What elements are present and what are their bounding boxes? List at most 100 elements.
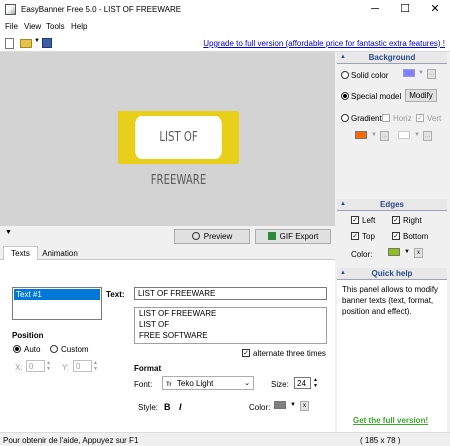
menu-view[interactable]: View [24, 22, 41, 31]
size-input[interactable]: 24 [294, 377, 311, 389]
x-spinner-icon[interactable]: ▲ ▼ [46, 360, 51, 372]
banner-preview: LIST OF FREEWARE [118, 111, 239, 188]
save-icon[interactable] [42, 38, 52, 48]
font-color-clear-button[interactable]: x [300, 401, 309, 411]
tab-animation[interactable]: Animation [38, 248, 82, 259]
color-label: Color: [249, 403, 271, 412]
alt-line[interactable]: LIST OF [135, 319, 326, 330]
horiz-checkbox[interactable] [382, 114, 390, 122]
gradient-label: Gradient [351, 114, 382, 123]
gradient-color2-swatch[interactable] [398, 131, 410, 139]
solid-color-more-button[interactable]: … [427, 69, 436, 79]
collapse-arrow-icon[interactable]: ▼ [5, 229, 12, 236]
preview-button[interactable]: Preview [174, 229, 250, 244]
auto-radio[interactable] [13, 345, 21, 353]
style-label: Style: [138, 403, 159, 412]
window-title: EasyBanner Free 5.0 - LIST OF FREEWARE [21, 5, 182, 14]
font-select[interactable]: Tr Teko Light ⌄ [162, 376, 254, 390]
gradient-color1-more-button[interactable]: … [380, 131, 389, 141]
font-color-dropdown-icon[interactable]: ▼ [290, 402, 296, 408]
open-dropdown-icon[interactable]: ▼ [34, 38, 40, 44]
gradient-color2-dropdown-icon[interactable]: ▼ [414, 132, 420, 138]
alt-line[interactable]: LIST OF FREEWARE [135, 308, 326, 319]
gradient-color1-dropdown-icon[interactable]: ▼ [371, 132, 377, 138]
y-label: Y: [62, 363, 70, 372]
edge-left-label: Left [362, 216, 376, 225]
x-value: 0 [29, 362, 34, 371]
edge-top-checkbox[interactable]: ✓ [351, 232, 359, 240]
x-label: X: [15, 363, 23, 372]
text-input[interactable]: LIST OF FREEWARE [134, 287, 327, 300]
text-label: Text: [106, 290, 125, 299]
edge-color-dropdown-icon[interactable]: ▼ [404, 249, 410, 255]
collapse-icon: ▲ [340, 54, 346, 60]
app-icon [5, 4, 16, 15]
edge-bottom-checkbox[interactable]: ✓ [392, 232, 400, 240]
position-title: Position [12, 331, 44, 340]
font-value: Teko Light [176, 379, 214, 388]
bold-button[interactable]: B [164, 402, 171, 412]
horiz-label: Horiz [393, 114, 412, 123]
alternate-lines-box[interactable]: LIST OF FREEWARE LIST OF FREE SOFTWARE [134, 307, 327, 344]
minimize-button[interactable]: ─ [360, 0, 390, 20]
solid-color-dropdown-icon[interactable]: ▼ [418, 70, 424, 76]
solid-color-label: Solid color [351, 71, 389, 80]
background-header[interactable]: Background ▲ [337, 52, 447, 64]
quick-help-header[interactable]: Quick help ▲ [337, 268, 447, 280]
y-value: 0 [76, 362, 81, 371]
modify-button[interactable]: Modify [405, 89, 437, 102]
menu-file[interactable]: File [5, 22, 18, 31]
edges-title: Edges [379, 200, 404, 209]
status-bar: Pour obtenir de l'aide, Appuyez sur F1 (… [0, 432, 450, 446]
tab-texts-label: Texts [11, 249, 30, 258]
tab-texts[interactable]: Texts [3, 246, 38, 260]
vert-checkbox[interactable]: ✓ [416, 114, 424, 122]
edge-right-checkbox[interactable]: ✓ [392, 216, 400, 224]
edge-color-clear-button[interactable]: x [414, 248, 423, 258]
gif-export-button[interactable]: GIF Export [255, 229, 331, 244]
gradient-color1-swatch[interactable] [355, 131, 367, 139]
gradient-color2-more-button[interactable]: … [423, 131, 432, 141]
new-file-icon[interactable] [5, 38, 14, 49]
alternate-label: alternate three times [253, 349, 326, 358]
edge-left-checkbox[interactable]: ✓ [351, 216, 359, 224]
edges-header[interactable]: Edges ▲ [337, 199, 447, 211]
y-spinner-icon[interactable]: ▲ ▼ [93, 360, 98, 372]
menu-help[interactable]: Help [71, 22, 87, 31]
vert-label: Vert [427, 114, 442, 123]
menu-tools[interactable]: Tools [46, 22, 65, 31]
edge-top-label: Top [362, 232, 375, 241]
close-button[interactable]: ✕ [420, 0, 450, 20]
text-list-item[interactable]: Text #1 [14, 289, 100, 300]
text-list[interactable]: Text #1 [12, 287, 102, 320]
italic-button[interactable]: I [179, 402, 182, 412]
alternate-checkbox[interactable]: ✓ [242, 349, 250, 357]
status-text: Pour obtenir de l'aide, Appuyez sur F1 [3, 436, 139, 445]
gif-export-label: GIF Export [279, 232, 319, 241]
alt-line[interactable]: FREE SOFTWARE [135, 330, 326, 341]
format-title: Format [134, 364, 162, 373]
custom-label: Custom [61, 345, 89, 354]
special-model-radio[interactable] [341, 92, 349, 100]
open-folder-icon[interactable] [20, 39, 32, 48]
modify-button-label: Modify [409, 91, 433, 100]
edge-color-swatch[interactable] [388, 248, 400, 256]
font-color-swatch[interactable] [274, 401, 286, 409]
get-full-version-link[interactable]: Get the full version! [353, 416, 428, 425]
title-bar: EasyBanner Free 5.0 - LIST OF FREEWARE ─… [0, 0, 450, 20]
maximize-button[interactable]: ☐ [390, 0, 420, 20]
solid-color-radio[interactable] [341, 71, 349, 79]
gradient-radio[interactable] [341, 114, 349, 122]
text-input-value: LIST OF FREEWARE [138, 289, 216, 298]
custom-radio[interactable] [50, 345, 58, 353]
font-label: Font: [134, 380, 153, 389]
size-spinner-icon[interactable]: ▲ ▼ [313, 377, 318, 389]
solid-color-swatch[interactable] [403, 69, 415, 77]
collapse-icon: ▲ [340, 201, 346, 207]
upgrade-link[interactable]: Upgrade to full version (affordable pric… [203, 39, 445, 48]
size-label: Size: [271, 380, 289, 389]
collapse-icon: ▲ [340, 270, 346, 276]
y-input[interactable]: 0 [73, 360, 92, 372]
menu-bar: File View Tools Help [0, 20, 450, 35]
x-input[interactable]: 0 [26, 360, 45, 372]
